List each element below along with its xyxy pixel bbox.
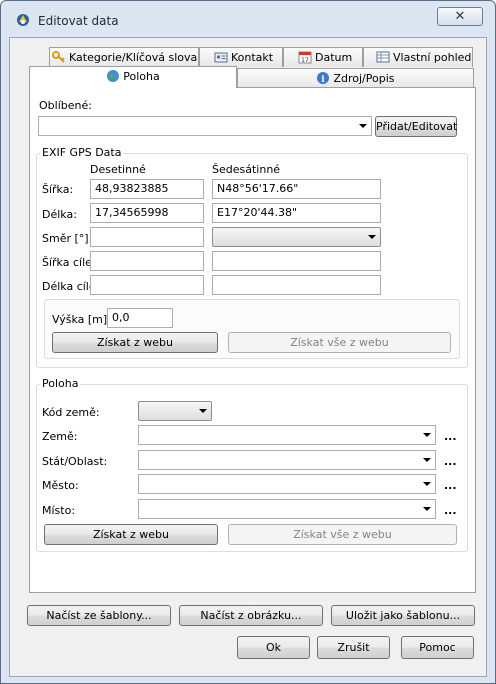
longitude-sexagesimal-field[interactable]: E17°20'44.38" bbox=[212, 203, 381, 223]
state-dropdown[interactable] bbox=[138, 450, 436, 470]
dest-latitude-decimal-field[interactable] bbox=[90, 251, 204, 271]
dest-latitude-sexagesimal-field[interactable] bbox=[212, 251, 381, 271]
chevron-down-icon bbox=[423, 433, 431, 437]
chevron-down-icon bbox=[359, 124, 367, 128]
title-bar: Editovat data ✕ bbox=[1, 1, 495, 37]
country-dropdown[interactable] bbox=[138, 425, 436, 445]
country-label: Země: bbox=[42, 430, 78, 443]
ok-button[interactable]: Ok bbox=[237, 636, 310, 659]
favorites-label: Oblíbené: bbox=[39, 99, 92, 112]
city-label: Město: bbox=[42, 479, 79, 492]
tab-location-label: Poloha bbox=[123, 70, 160, 83]
chevron-down-icon bbox=[423, 482, 431, 486]
direction-label: Směr [°]: bbox=[42, 232, 93, 245]
country-more-button[interactable]: ... bbox=[444, 430, 457, 443]
exif-gps-group-title: EXIF GPS Data bbox=[40, 146, 124, 159]
longitude-label: Délka: bbox=[42, 208, 77, 221]
add-edit-favorites-button[interactable]: Přidat/Editovat bbox=[375, 116, 457, 137]
decimal-column-header: Desetinné bbox=[90, 163, 146, 176]
altitude-label: Výška [m]: bbox=[52, 313, 111, 326]
load-from-image-button[interactable]: Načíst z obrázku... bbox=[179, 605, 323, 626]
altitude-field[interactable]: 0,0 bbox=[107, 308, 173, 328]
country-code-dropdown[interactable] bbox=[138, 401, 212, 421]
cancel-button[interactable]: Zrušit bbox=[317, 636, 390, 659]
city-more-button[interactable]: ... bbox=[444, 479, 457, 492]
save-as-template-button[interactable]: Uložit jako šablonu... bbox=[331, 605, 475, 626]
load-from-template-button[interactable]: Načíst ze šablony... bbox=[27, 605, 171, 626]
dest-longitude-sexagesimal-field[interactable] bbox=[212, 275, 381, 295]
place-label: Místo: bbox=[42, 504, 76, 517]
favorites-dropdown[interactable] bbox=[38, 116, 372, 136]
tab-source-description[interactable]: i Zdroj/Popis bbox=[237, 68, 474, 88]
state-more-button[interactable]: ... bbox=[444, 455, 457, 468]
tab-date-label: Datum bbox=[315, 51, 353, 64]
tab-categories-keywords-label: Kategorie/Klíčová slova bbox=[69, 51, 198, 64]
city-dropdown[interactable] bbox=[138, 474, 436, 494]
chevron-down-icon bbox=[368, 235, 376, 239]
dest-longitude-decimal-field[interactable] bbox=[90, 275, 204, 295]
chevron-down-icon bbox=[423, 507, 431, 511]
svg-text:i: i bbox=[322, 75, 326, 85]
direction-reference-dropdown[interactable] bbox=[212, 227, 381, 247]
info-icon: i bbox=[317, 72, 330, 85]
svg-text:17: 17 bbox=[301, 57, 309, 64]
tab-categories-keywords[interactable]: Kategorie/Klíčová slova bbox=[49, 47, 199, 67]
globe-icon bbox=[107, 70, 120, 82]
tab-location[interactable]: Poloha bbox=[29, 66, 237, 88]
sexagesimal-column-header: Šedesátinné bbox=[212, 163, 281, 176]
tab-source-description-label: Zdroj/Popis bbox=[333, 72, 395, 85]
calendar-icon: 17 bbox=[298, 51, 312, 64]
app-icon bbox=[17, 14, 29, 26]
dest-latitude-label: Šířka cíle: bbox=[42, 256, 96, 269]
latitude-label: Šířka: bbox=[42, 183, 74, 196]
chevron-down-icon bbox=[199, 409, 207, 413]
window-title: Editovat data bbox=[38, 14, 119, 28]
location-get-all-from-web-button[interactable]: Získat vše z webu bbox=[228, 524, 457, 545]
tab-custom-view[interactable]: Vlastní pohled bbox=[363, 47, 473, 67]
help-button[interactable]: Pomoc bbox=[401, 636, 474, 659]
tab-contact[interactable]: Kontakt bbox=[199, 47, 283, 67]
close-icon: ✕ bbox=[454, 9, 466, 24]
key-icon bbox=[52, 51, 65, 63]
tab-custom-view-label: Vlastní pohled bbox=[393, 51, 472, 64]
direction-field[interactable] bbox=[90, 227, 204, 247]
state-label: Stát/Oblast: bbox=[42, 455, 108, 468]
location-get-from-web-button[interactable]: Získat z webu bbox=[44, 524, 218, 545]
tab-contact-label: Kontakt bbox=[231, 51, 274, 64]
location-group-title: Poloha bbox=[40, 377, 81, 390]
exif-get-all-from-web-button[interactable]: Získat vše z webu bbox=[228, 332, 451, 353]
latitude-sexagesimal-field[interactable]: N48°56'17.66" bbox=[212, 179, 381, 199]
close-button[interactable]: ✕ bbox=[437, 7, 483, 26]
custom-view-icon bbox=[376, 51, 390, 63]
tab-date[interactable]: 17 Datum bbox=[283, 47, 363, 67]
contact-card-icon bbox=[214, 52, 228, 63]
chevron-down-icon bbox=[423, 458, 431, 462]
location-tab-panel: Oblíbené: Přidat/Editovat EXIF GPS Data … bbox=[29, 87, 476, 593]
place-more-button[interactable]: ... bbox=[444, 504, 457, 517]
dialog-window: Editovat data ✕ Kategorie/Klíčová slova … bbox=[0, 0, 496, 684]
exif-get-from-web-button[interactable]: Získat z webu bbox=[52, 332, 218, 353]
place-dropdown[interactable] bbox=[138, 499, 436, 519]
country-code-label: Kód země: bbox=[42, 406, 100, 419]
longitude-decimal-field[interactable]: 17,34565998 bbox=[90, 203, 204, 223]
latitude-decimal-field[interactable]: 48,93823885 bbox=[90, 179, 204, 199]
